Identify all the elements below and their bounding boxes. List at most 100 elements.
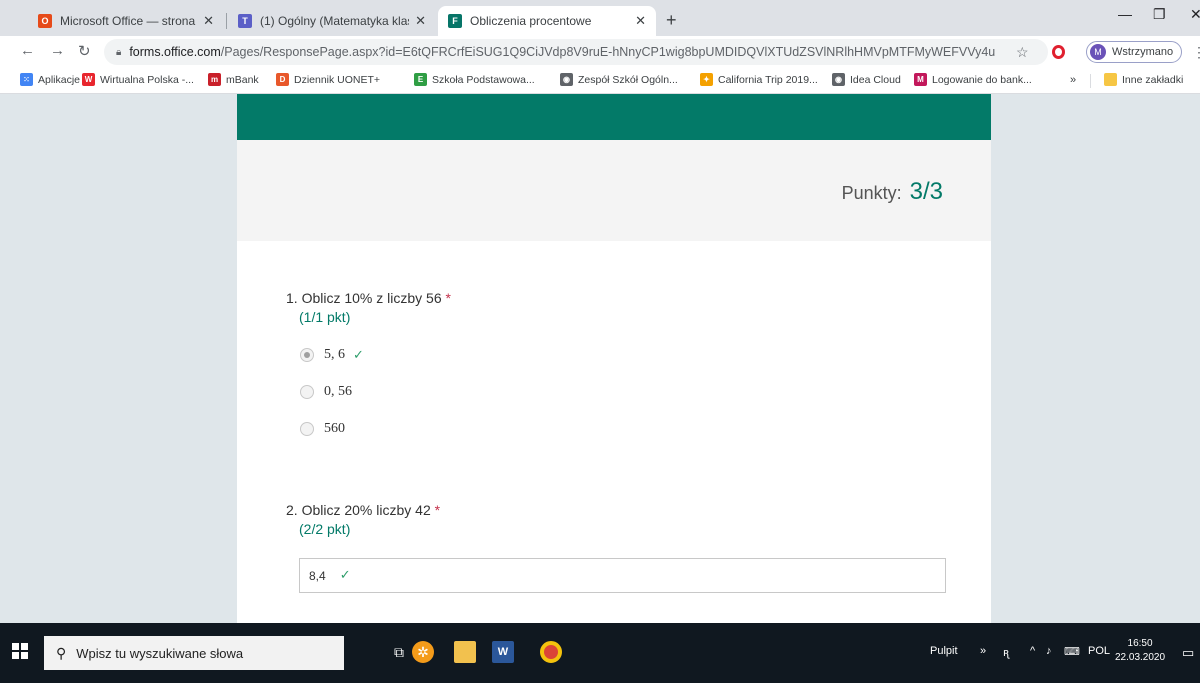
question-2: 2. Oblicz 20% liczby 42 * (2/2 pkt) — [286, 502, 440, 537]
bookmarks-bar: ⁙ Aplikacje W Wirtualna Polska -... m mB… — [0, 68, 1200, 94]
task-view-icon[interactable]: ⧉ — [388, 641, 410, 663]
bookmark-california[interactable]: ✦ California Trip 2019... — [700, 73, 818, 86]
minimize-icon[interactable]: — — [1118, 6, 1132, 22]
tab-separator — [226, 13, 227, 29]
bookmark-idea-cloud[interactable]: ◉ Idea Cloud — [832, 73, 901, 86]
desktop-label[interactable]: Pulpit — [930, 645, 958, 657]
bookmark-label: Dziennik UONET+ — [294, 73, 381, 86]
app-orange-icon[interactable]: ✲ — [412, 641, 434, 663]
tab-title: Microsoft Office — strona główn — [60, 14, 197, 28]
bookmark-label: Aplikacje — [38, 73, 81, 86]
bookmark-label: California Trip 2019... — [718, 73, 818, 86]
option-560[interactable]: 560 — [300, 421, 345, 437]
new-tab-icon[interactable]: + — [666, 10, 677, 31]
close-window-icon[interactable]: ✕ — [1190, 6, 1200, 23]
globe-icon: ◉ — [832, 73, 845, 86]
profile-label: Wstrzymano — [1112, 46, 1174, 58]
profile-button[interactable]: M Wstrzymano — [1086, 41, 1183, 63]
bookmark-apps[interactable]: ⁙ Aplikacje — [20, 73, 80, 86]
forward-icon[interactable]: → — [50, 42, 65, 59]
mbank-icon: m — [208, 73, 221, 86]
radio-unselected[interactable] — [300, 422, 314, 436]
desktop-overflow-icon[interactable]: » — [980, 645, 986, 657]
radio-unselected[interactable] — [300, 385, 314, 399]
tab-teams[interactable]: T (1) Ogólny (Matematyka klasa 6 2 ✕ — [228, 6, 436, 36]
uonet-icon: D — [276, 73, 289, 86]
question-points: (1/1 pkt) — [299, 309, 351, 325]
forms-icon: F — [448, 14, 462, 28]
form-card: Punkty: 3/3 1. Oblicz 10% z liczby 56 * … — [237, 94, 991, 623]
office-icon: O — [38, 14, 52, 28]
address-bar[interactable]: 🔒︎ forms.office.com/Pages/ResponsePage.a… — [104, 39, 1048, 65]
opera-extension-icon[interactable] — [1052, 45, 1065, 59]
folder-icon — [1104, 73, 1117, 86]
browser-toolbar: ← → ↻ 🔒︎ forms.office.com/Pages/Response… — [0, 36, 1200, 68]
lock-icon: 🔒︎ — [116, 46, 122, 58]
language-indicator[interactable]: POL — [1088, 645, 1110, 657]
question-text: Oblicz 20% liczby 42 — [301, 502, 431, 518]
windows-start-icon[interactable] — [12, 643, 28, 659]
browser-tab-strip: O Microsoft Office — strona główn ✕ T (1… — [0, 0, 1200, 36]
chrome-icon[interactable] — [540, 641, 562, 663]
checkmark-icon: ✓ — [339, 568, 351, 583]
question-number: 1. — [286, 290, 298, 306]
back-icon[interactable]: ← — [20, 42, 35, 59]
bookmark-other-folder[interactable]: Inne zakładki — [1104, 73, 1183, 86]
score-value: 3/3 — [909, 178, 943, 205]
menu-icon[interactable]: ⋮ — [1192, 44, 1200, 61]
bookmark-label: Inne zakładki — [1122, 73, 1184, 86]
question-number: 2. — [286, 502, 298, 518]
score: Punkty: 3/3 — [842, 178, 943, 206]
url-host: forms.office.com — [129, 45, 221, 59]
people-icon[interactable]: ꭆ — [1003, 645, 1009, 660]
notifications-icon[interactable]: ▭ — [1182, 645, 1194, 661]
tab-microsoft-office[interactable]: O Microsoft Office — strona główn ✕ — [28, 6, 224, 36]
m-bank-icon: M — [914, 73, 927, 86]
score-label: Punkty: — [841, 183, 902, 203]
tab-title: Obliczenia procentowe — [470, 14, 592, 28]
volume-icon[interactable]: ♪ — [1046, 645, 1052, 657]
reload-icon[interactable]: ↻ — [78, 42, 91, 60]
option-0-56[interactable]: 0, 56 — [300, 384, 352, 400]
bookmarks-overflow-icon[interactable]: » — [1070, 74, 1076, 86]
bookmark-school[interactable]: E Szkoła Podstawowa... — [414, 73, 535, 86]
bookmark-label: mBank — [226, 73, 259, 86]
page-viewport: Punkty: 3/3 1. Oblicz 10% z liczby 56 * … — [0, 94, 1200, 623]
answer-value: 8,4 — [309, 568, 326, 583]
tab-forms-active[interactable]: F Obliczenia procentowe ✕ — [438, 6, 656, 36]
answer-field[interactable]: 8,4 ✓ — [299, 558, 946, 593]
windows-taskbar: ⚲ Wpisz tu wyszukiwane słowa ⧉ ✲ W Pulpi… — [0, 623, 1200, 683]
apps-grid-icon: ⁙ — [20, 73, 33, 86]
word-icon[interactable]: W — [492, 641, 514, 663]
required-asterisk: * — [434, 502, 441, 518]
bookmark-label: Logowanie do bank... — [932, 73, 1032, 86]
tray-chevron-icon[interactable]: ^ — [1030, 645, 1035, 657]
teams-icon: T — [238, 14, 252, 28]
taskbar-search[interactable]: ⚲ Wpisz tu wyszukiwane słowa — [44, 636, 344, 670]
restore-icon[interactable]: ❐ — [1153, 6, 1166, 23]
bookmarks-separator — [1090, 74, 1091, 88]
question-text: Oblicz 10% z liczby 56 — [301, 290, 442, 306]
wp-icon: W — [82, 73, 95, 86]
bookmark-zespol[interactable]: ◉ Zespół Szkół Ogóln... — [560, 73, 678, 86]
option-5-6[interactable]: 5, 6 ✓ — [300, 347, 364, 363]
radio-selected[interactable] — [300, 348, 314, 362]
clock-time: 16:50 — [1127, 638, 1153, 649]
close-tab-icon[interactable]: ✕ — [635, 13, 646, 29]
bookmark-mbank[interactable]: m mBank — [208, 73, 259, 86]
close-tab-icon[interactable]: ✕ — [203, 13, 214, 29]
bookmark-uonet[interactable]: D Dziennik UONET+ — [276, 73, 380, 86]
checkmark-icon: ✓ — [353, 347, 364, 363]
system-clock[interactable]: 16:50 22.03.2020 — [1115, 637, 1165, 665]
option-label: 560 — [324, 421, 345, 436]
bookmark-label: Zespół Szkół Ogóln... — [578, 73, 678, 86]
bookmark-star-icon[interactable]: ☆ — [1016, 44, 1029, 61]
bookmark-bank-login[interactable]: M Logowanie do bank... — [914, 73, 1032, 86]
search-placeholder: Wpisz tu wyszukiwane słowa — [76, 645, 244, 661]
bookmark-wp[interactable]: W Wirtualna Polska -... — [82, 73, 194, 86]
keyboard-icon[interactable]: ⌨ — [1064, 645, 1080, 658]
bookmark-label: Wirtualna Polska -... — [100, 73, 194, 86]
file-explorer-icon[interactable] — [454, 641, 476, 663]
close-tab-icon[interactable]: ✕ — [415, 13, 426, 29]
question-1: 1. Oblicz 10% z liczby 56 * (1/1 pkt) — [286, 290, 451, 325]
